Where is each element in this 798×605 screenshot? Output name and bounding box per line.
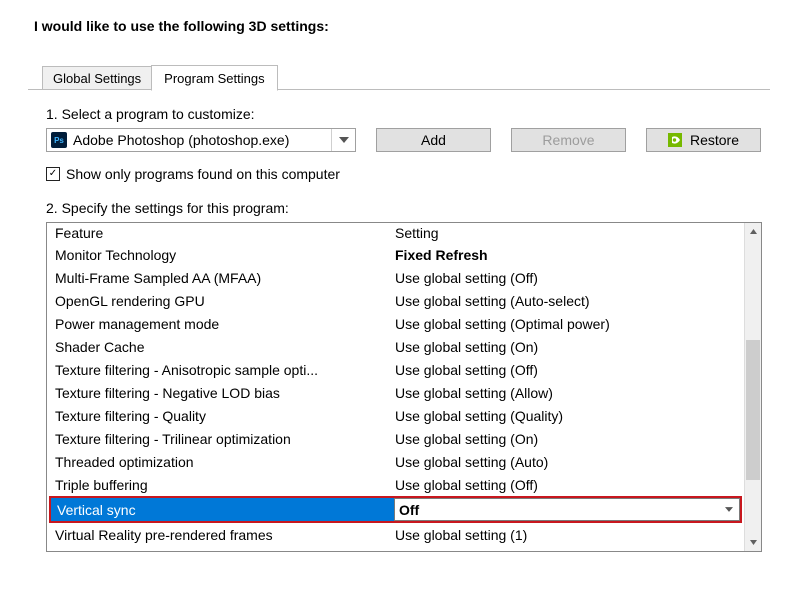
- row-feature: Multi-Frame Sampled AA (MFAA): [55, 270, 395, 286]
- page-title: I would like to use the following 3D set…: [34, 18, 770, 34]
- row-feature: Virtual Reality pre-rendered frames: [55, 527, 395, 543]
- row-setting: Use global setting (Optimal power): [395, 316, 744, 332]
- row-setting: Use global setting (Auto): [395, 454, 744, 470]
- table-row[interactable]: Texture filtering - Anisotropic sample o…: [47, 358, 744, 381]
- row-feature: Texture filtering - Negative LOD bias: [55, 385, 395, 401]
- row-feature: Texture filtering - Quality: [55, 408, 395, 424]
- tab-global-settings[interactable]: Global Settings: [42, 66, 152, 90]
- show-only-checkbox[interactable]: ✓: [46, 167, 60, 181]
- program-select[interactable]: Ps Adobe Photoshop (photoshop.exe): [46, 128, 356, 152]
- row-feature: Monitor Technology: [55, 247, 395, 263]
- row-setting: Use global setting (On): [395, 431, 744, 447]
- table-row[interactable]: Power management modeUse global setting …: [47, 312, 744, 335]
- highlighted-setting-dropdown[interactable]: Off: [394, 498, 740, 521]
- settings-grid: Feature Setting Monitor TechnologyFixed …: [46, 222, 762, 552]
- scroll-track[interactable]: [745, 240, 761, 534]
- row-setting: Use global setting (Off): [395, 362, 744, 378]
- row-feature: Texture filtering - Trilinear optimizati…: [55, 431, 395, 447]
- add-button-label: Add: [421, 132, 446, 148]
- scroll-thumb[interactable]: [746, 340, 760, 480]
- table-row[interactable]: Virtual Reality pre-rendered framesUse g…: [47, 523, 744, 546]
- row-feature: Power management mode: [55, 316, 395, 332]
- table-row[interactable]: Triple bufferingUse global setting (Off): [47, 473, 744, 496]
- step2-label: 2. Specify the settings for this program…: [46, 200, 762, 216]
- tab-program-settings[interactable]: Program Settings: [151, 65, 277, 91]
- chevron-down-icon: [331, 129, 355, 151]
- table-row[interactable]: Multi-Frame Sampled AA (MFAA)Use global …: [47, 266, 744, 289]
- show-only-label: Show only programs found on this compute…: [66, 166, 340, 182]
- restore-button-label: Restore: [690, 132, 739, 148]
- row-feature: Threaded optimization: [55, 454, 395, 470]
- program-select-text: Adobe Photoshop (photoshop.exe): [73, 132, 331, 148]
- table-row[interactable]: Threaded optimizationUse global setting …: [47, 450, 744, 473]
- row-setting: Use global setting (Auto-select): [395, 293, 744, 309]
- remove-button: Remove: [511, 128, 626, 152]
- show-only-row: ✓ Show only programs found on this compu…: [46, 166, 762, 182]
- restore-button[interactable]: Restore: [646, 128, 761, 152]
- column-setting[interactable]: Setting: [395, 225, 744, 241]
- nvidia-icon: [668, 133, 682, 147]
- program-row: Ps Adobe Photoshop (photoshop.exe) Add R…: [46, 128, 762, 152]
- row-feature: OpenGL rendering GPU: [55, 293, 395, 309]
- highlighted-feature[interactable]: Vertical sync: [51, 498, 394, 521]
- tab-panel: 1. Select a program to customize: Ps Ado…: [28, 89, 770, 552]
- row-setting: Fixed Refresh: [395, 247, 744, 263]
- highlighted-row: Vertical sync Off: [49, 496, 742, 523]
- table-row[interactable]: Texture filtering - Negative LOD biasUse…: [47, 381, 744, 404]
- scroll-up-button[interactable]: [745, 223, 761, 240]
- table-row[interactable]: Shader CacheUse global setting (On): [47, 335, 744, 358]
- row-setting: Use global setting (Quality): [395, 408, 744, 424]
- grid-header: Feature Setting: [47, 223, 744, 243]
- chevron-down-icon: [725, 507, 733, 512]
- table-row[interactable]: OpenGL rendering GPUUse global setting (…: [47, 289, 744, 312]
- table-row[interactable]: Monitor TechnologyFixed Refresh: [47, 243, 744, 266]
- row-feature: Shader Cache: [55, 339, 395, 355]
- row-setting: Use global setting (Off): [395, 270, 744, 286]
- highlighted-setting-value: Off: [399, 502, 419, 518]
- row-setting: Use global setting (Allow): [395, 385, 744, 401]
- remove-button-label: Remove: [542, 132, 594, 148]
- scrollbar[interactable]: [744, 223, 761, 551]
- row-feature: Triple buffering: [55, 477, 395, 493]
- tabs: Global Settings Program Settings: [42, 64, 770, 90]
- row-setting: Use global setting (Off): [395, 477, 744, 493]
- row-setting: Use global setting (On): [395, 339, 744, 355]
- table-row[interactable]: Texture filtering - Trilinear optimizati…: [47, 427, 744, 450]
- scroll-down-button[interactable]: [745, 534, 761, 551]
- row-setting: Use global setting (1): [395, 527, 744, 543]
- add-button[interactable]: Add: [376, 128, 491, 152]
- step1-label: 1. Select a program to customize:: [46, 106, 762, 122]
- table-row[interactable]: Texture filtering - QualityUse global se…: [47, 404, 744, 427]
- photoshop-icon: Ps: [51, 132, 67, 148]
- row-feature: Texture filtering - Anisotropic sample o…: [55, 362, 395, 378]
- column-feature[interactable]: Feature: [55, 225, 395, 241]
